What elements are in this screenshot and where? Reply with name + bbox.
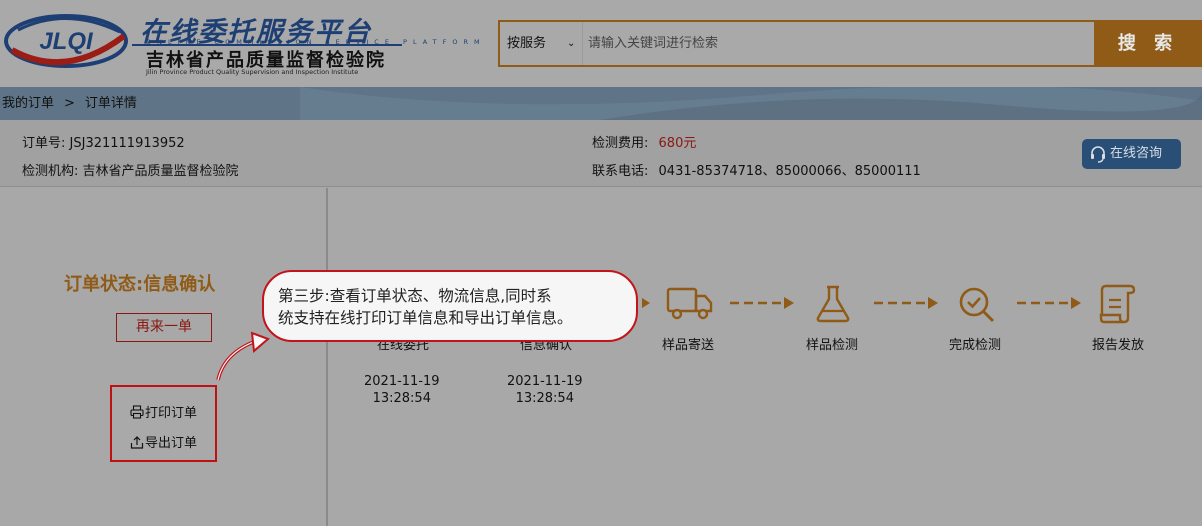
fee-label: 检测费用: [592, 136, 649, 151]
search-input[interactable]: 请输入关键词进行检索 [588, 22, 718, 65]
online-consult-button[interactable]: 在线咨询 [1082, 139, 1181, 169]
banner-wave-decoration [0, 87, 1202, 120]
report-scroll-icon [1099, 284, 1136, 324]
breadcrumb-current: 订单详情 [84, 96, 137, 111]
search-button[interactable]: 搜 索 [1094, 20, 1202, 67]
step-label-report-issued: 报告发放 [1092, 338, 1145, 353]
tutorial-line-2: 统支持在线打印订单信息和导出订单信息。 [278, 309, 573, 327]
step-time-online-commission: 2021-11-19 13:28:54 [364, 373, 440, 407]
org-row: 检测机构: 吉林省产品质量监督检验院 [22, 160, 239, 179]
phone-row: 联系电话: 0431-85374718、85000066、85000111 [592, 160, 921, 179]
org-value: 吉林省产品质量监督检验院 [82, 164, 239, 179]
step-label-sample-testing: 样品检测 [806, 338, 859, 353]
step-arrow-icon [1017, 297, 1081, 309]
panel-divider [326, 188, 328, 526]
step-arrow-icon [642, 298, 650, 308]
svg-text:JLQI: JLQI [39, 28, 94, 55]
order-actions-box: 打印订单 导出订单 [110, 385, 217, 462]
order-detail-page: JLQI 在线委托服务平台 ONLINE COMMISSION SERVICE … [0, 0, 1202, 526]
step-date-2: 2021-11-19 [507, 374, 583, 389]
export-order-button[interactable]: 导出订单 [130, 432, 197, 451]
step-date-1: 2021-11-19 [364, 374, 440, 389]
search-divider [582, 22, 583, 65]
chevron-down-icon: ⌄ [567, 38, 576, 49]
step-clock-1: 13:28:54 [372, 391, 431, 406]
breadcrumb-my-orders[interactable]: 我的订单 [2, 96, 54, 111]
order-number-value: JSJ321111913952 [69, 136, 185, 151]
flask-icon [816, 285, 850, 323]
step-label-sample-shipping: 样品寄送 [662, 338, 715, 353]
search-scope-select[interactable]: 按服务 ⌄ [507, 22, 575, 65]
magnifier-check-icon [959, 287, 995, 323]
status-panel: 订单状态:信息确认 再来一单 打印订单 导出订单 [0, 188, 326, 526]
org-label: 检测机构: [22, 164, 79, 179]
order-info-panel: 订单号: JSJ321111913952 检测费用: 680元 检测机构: 吉林… [0, 120, 1202, 187]
callout-pointer-arrow [216, 331, 270, 381]
header: JLQI 在线委托服务平台 ONLINE COMMISSION SERVICE … [0, 0, 1202, 87]
export-order-label: 导出订单 [145, 436, 198, 451]
phone-value: 0431-85374718、85000066、85000111 [658, 164, 921, 179]
tutorial-line-1: 第三步:查看订单状态、物流信息,同时系 [278, 287, 552, 305]
truck-icon [666, 287, 713, 320]
order-number-row: 订单号: JSJ321111913952 [22, 132, 185, 151]
order-number-label: 订单号: [22, 136, 66, 151]
print-order-button[interactable]: 打印订单 [130, 402, 197, 421]
step-arrow-icon [874, 297, 938, 309]
breadcrumb-bar: 我的订单 > 订单详情 [0, 87, 1202, 120]
jlqi-logo-icon[interactable]: JLQI [2, 10, 130, 72]
tutorial-callout: 第三步:查看订单状态、物流信息,同时系 统支持在线打印订单信息和导出订单信息。 [262, 270, 638, 342]
step-clock-2: 13:28:54 [515, 391, 574, 406]
institute-name-en: Jilin Province Product Quality Supervisi… [146, 68, 359, 76]
breadcrumb-separator: > [64, 96, 75, 111]
fee-row: 检测费用: 680元 [592, 132, 696, 151]
search-scope-value: 按服务 [507, 36, 547, 51]
print-order-label: 打印订单 [145, 406, 198, 421]
step-time-info-confirm: 2021-11-19 13:28:54 [507, 373, 583, 407]
fee-value: 680元 [658, 136, 697, 151]
reorder-button[interactable]: 再来一单 [116, 313, 212, 342]
phone-label: 联系电话: [592, 164, 649, 179]
step-arrow-icon [730, 297, 794, 309]
export-icon [130, 436, 144, 449]
breadcrumb: 我的订单 > 订单详情 [2, 87, 137, 120]
printer-icon [130, 405, 144, 419]
order-status-title: 订单状态:信息确认 [64, 274, 216, 295]
headset-icon [1091, 146, 1105, 163]
step-label-testing-complete: 完成检测 [949, 338, 1002, 353]
online-consult-label: 在线咨询 [1110, 146, 1163, 161]
